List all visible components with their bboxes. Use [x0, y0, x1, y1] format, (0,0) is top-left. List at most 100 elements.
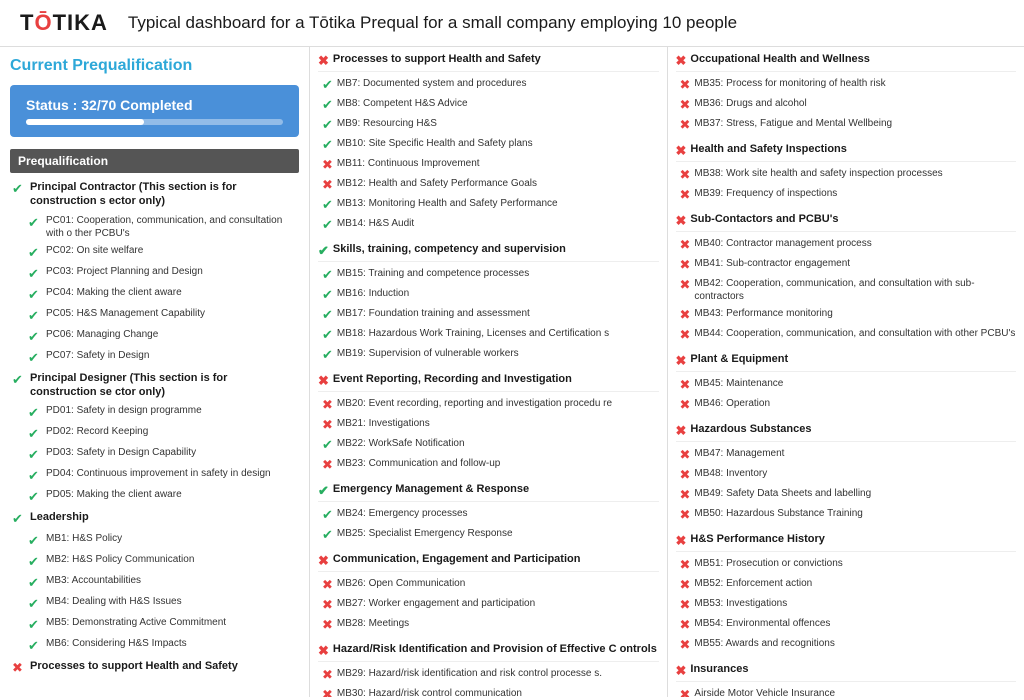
- col-item-mb18: ✔MB18: Hazardous Work Training, Licenses…: [318, 325, 659, 345]
- col-item-label: MB50: Hazardous Substance Training: [694, 507, 862, 520]
- prequalification-section-header: Prequalification: [10, 149, 299, 173]
- col-item-mb8: ✔MB8: Competent H&S Advice: [318, 95, 659, 115]
- section-header-label: H&S Performance History: [690, 533, 825, 545]
- check-icon: ✔: [28, 575, 42, 591]
- check-icon: ✔: [28, 617, 42, 633]
- x-icon: ✖: [676, 53, 687, 69]
- sidebar-item-pc01: ✔PC01: Cooperation, communication, and c…: [10, 212, 299, 242]
- section-ms3: ✖Event Reporting, Recording and Investig…: [318, 373, 659, 475]
- check-icon: ✔: [322, 197, 333, 213]
- sub-item-label: MB6: Considering H&S Impacts: [46, 637, 187, 650]
- x-icon: ✖: [318, 373, 329, 389]
- col-item-mb53: ✖MB53: Investigations: [676, 595, 1017, 615]
- col-item-label: MB15: Training and competence processes: [337, 267, 529, 280]
- page-title: Typical dashboard for a Tōtika Prequal f…: [128, 13, 737, 33]
- check-icon: ✔: [322, 97, 333, 113]
- category-label: Principal Contractor (This section is fo…: [30, 180, 297, 209]
- check-icon: ✔: [318, 243, 329, 259]
- sidebar-items: ✔ Principal Contractor (This section is f…: [10, 177, 299, 679]
- section-header-rs5: ✖Hazardous Substances: [676, 423, 1017, 442]
- section-ms2: ✔Skills, training, competency and superv…: [318, 243, 659, 365]
- section-header-ms6: ✖Hazard/Risk Identification and Provisio…: [318, 643, 659, 662]
- sub-item-label: PD01: Safety in design programme: [46, 404, 202, 417]
- sub-item-label: PC06: Managing Change: [46, 328, 158, 341]
- status-box: Status : 32/70 Completed: [10, 85, 299, 137]
- section-ms1: ✖ Processes to support Health and Safety ✔…: [318, 53, 659, 235]
- col-item-mb46: ✖MB46: Operation: [676, 395, 1017, 415]
- col-item-label: MB47: Management: [694, 447, 784, 460]
- section-header-label: Sub-Contactors and PCBU's: [690, 213, 838, 225]
- sidebar-item-pd02: ✔PD02: Record Keeping: [10, 423, 299, 444]
- sub-item-label: MB1: H&S Policy: [46, 532, 122, 545]
- sub-item-label: MB5: Demonstrating Active Commitment: [46, 616, 226, 629]
- col-item-mb40: ✖MB40: Contractor management process: [676, 235, 1017, 255]
- section-header-rs3: ✖Sub-Contactors and PCBU's: [676, 213, 1017, 232]
- sidebar-category-cat3: ✔Leadership: [10, 507, 299, 530]
- col-item-label: MB36: Drugs and alcohol: [694, 97, 806, 110]
- x-icon: ✖: [322, 417, 333, 433]
- check-icon: ✔: [318, 483, 329, 499]
- col-item-label: MB37: Stress, Fatigue and Mental Wellbei…: [694, 117, 892, 130]
- check-icon: ✔: [12, 372, 26, 388]
- section-ms5: ✖Communication, Engagement and Participa…: [318, 553, 659, 635]
- section-header-rs6: ✖H&S Performance History: [676, 533, 1017, 552]
- x-icon: ✖: [680, 307, 691, 323]
- x-icon: ✖: [12, 660, 26, 676]
- page-header: TŌTIKA Typical dashboard for a Tōtika Pr…: [0, 0, 1024, 47]
- section-header-rs4: ✖Plant & Equipment: [676, 353, 1017, 372]
- check-icon: ✔: [322, 527, 333, 543]
- section-header-ms2: ✔Skills, training, competency and superv…: [318, 243, 659, 262]
- col-item-label: MB40: Contractor management process: [694, 237, 871, 250]
- col-item-mb10: ✔MB10: Site Specific Health and Safety p…: [318, 135, 659, 155]
- col-item-mb21: ✖ MB21: Investigations: [318, 415, 659, 435]
- sidebar-category-cat4: ✖Processes to support Health and Safety: [10, 656, 299, 679]
- col-item-label: Airside Motor Vehicle Insurance: [694, 687, 835, 697]
- check-icon: ✔: [322, 437, 333, 453]
- col-item-mb20: ✖MB20: Event recording, reporting and in…: [318, 395, 659, 415]
- x-icon: ✖: [680, 447, 691, 463]
- sub-item-label: MB2: H&S Policy Communication: [46, 553, 194, 566]
- col-item-label: MB41: Sub-contractor engagement: [694, 257, 850, 270]
- check-icon: ✔: [28, 426, 42, 442]
- sub-item-label: PD03: Safety in Design Capability: [46, 446, 196, 459]
- x-icon: ✖: [680, 327, 691, 343]
- col-item-label: MB21: Investigations: [337, 417, 430, 430]
- x-icon: ✖: [322, 177, 333, 193]
- section-rs3: ✖Sub-Contactors and PCBU's✖MB40: Contrac…: [676, 213, 1017, 345]
- col-item-mb52: ✖MB52: Enforcement action: [676, 575, 1017, 595]
- sub-item-label: PD05: Making the client aware: [46, 488, 182, 501]
- x-icon: ✖: [676, 353, 687, 369]
- x-icon: ✖: [680, 397, 691, 413]
- check-icon: ✔: [322, 507, 333, 523]
- section-header-label: Processes to support Health and Safety: [333, 53, 541, 65]
- sidebar-item-pc03: ✔PC03: Project Planning and Design: [10, 263, 299, 284]
- check-icon: ✔: [322, 287, 333, 303]
- col-item-label: MB46: Operation: [694, 397, 770, 410]
- col-item-label: MB14: H&S Audit: [337, 217, 414, 230]
- col-item-label: MB11: Continuous Improvement: [337, 157, 480, 170]
- sidebar-item-pc07: ✔PC07: Safety in Design: [10, 347, 299, 368]
- x-icon: ✖: [680, 257, 691, 273]
- section-rs2: ✖Health and Safety Inspections✖MB38: Wor…: [676, 143, 1017, 205]
- x-icon: ✖: [318, 553, 329, 569]
- col-item-mb23: ✖MB23: Communication and follow-up: [318, 455, 659, 475]
- col-item-mb28: ✖MB28: Meetings: [318, 615, 659, 635]
- middle-column: ✖ Processes to support Health and Safety ✔…: [310, 47, 668, 697]
- section-header-label: Health and Safety Inspections: [690, 143, 846, 155]
- col-item-label: MB27: Worker engagement and participatio…: [337, 597, 535, 610]
- sub-item-label: MB4: Dealing with H&S Issues: [46, 595, 182, 608]
- check-icon: ✔: [28, 287, 42, 303]
- sidebar-item-mb4: ✔MB4: Dealing with H&S Issues: [10, 593, 299, 614]
- section-rs5: ✖Hazardous Substances✖MB47: Management✖M…: [676, 423, 1017, 525]
- section-ms6: ✖Hazard/Risk Identification and Provisio…: [318, 643, 659, 697]
- check-icon: ✔: [28, 405, 42, 421]
- check-icon: ✔: [322, 137, 333, 153]
- x-icon: ✖: [676, 423, 687, 439]
- sub-item-label: PC02: On site welfare: [46, 244, 143, 257]
- col-item-label: MB44: Cooperation, communication, and co…: [694, 327, 1015, 340]
- check-icon: ✔: [28, 447, 42, 463]
- status-text: Status : 32/70 Completed: [26, 97, 283, 113]
- x-icon: ✖: [680, 637, 691, 653]
- check-icon: ✔: [28, 308, 42, 324]
- sidebar-item-pc02: ✔PC02: On site welfare: [10, 242, 299, 263]
